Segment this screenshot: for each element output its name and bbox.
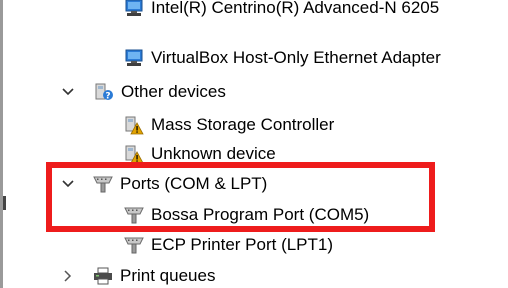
tree-item-label: VirtualBox Host-Only Ethernet Adapter xyxy=(151,48,441,67)
tree-category-other-devices[interactable]: ? Other devices xyxy=(93,80,226,104)
tree-category-print-queues[interactable]: Print queues xyxy=(92,264,215,288)
tree-item-label: Intel(R) Centrino(R) Advanced-N 6205 xyxy=(151,0,440,17)
tree-item-virtualbox-adapter[interactable]: VirtualBox Host-Only Ethernet Adapter xyxy=(123,46,441,70)
tree-item-intel-centrino[interactable]: Intel(R) Centrino(R) Advanced-N 6205 xyxy=(123,0,439,20)
svg-text:?: ? xyxy=(105,92,110,102)
tree-item-label: Ports (COM & LPT) xyxy=(120,174,268,193)
tree-item-label: Other devices xyxy=(121,82,226,101)
warning-device-icon xyxy=(123,144,145,164)
tree-item-label: Print queues xyxy=(120,266,216,285)
port-connector-icon xyxy=(123,235,145,255)
tree-item-label: Unknown device xyxy=(151,144,276,163)
chevron-right-icon[interactable] xyxy=(62,264,74,288)
scrollbar-edge xyxy=(0,0,3,288)
network-adapter-icon xyxy=(123,0,145,18)
tree-item-label: Mass Storage Controller xyxy=(151,115,335,134)
port-connector-icon xyxy=(123,205,145,225)
tree-item-ecp-printer-port[interactable]: ECP Printer Port (LPT1) xyxy=(123,233,333,257)
tree-item-mass-storage-controller[interactable]: Mass Storage Controller xyxy=(123,113,334,137)
printer-icon xyxy=(92,266,114,286)
port-connector-icon xyxy=(92,174,114,194)
scrollbar-notch xyxy=(3,196,6,210)
network-adapter-icon xyxy=(123,48,145,68)
chevron-down-icon[interactable] xyxy=(62,172,74,196)
tree-item-label: Bossa Program Port (COM5) xyxy=(151,205,370,224)
tree-item-label: ECP Printer Port (LPT1) xyxy=(151,235,334,254)
chevron-down-icon[interactable] xyxy=(62,80,74,104)
tree-item-bossa-program-port[interactable]: Bossa Program Port (COM5) xyxy=(123,203,369,227)
unknown-device-category-icon: ? xyxy=(93,82,115,102)
warning-device-icon xyxy=(123,115,145,135)
tree-category-ports[interactable]: Ports (COM & LPT) xyxy=(92,172,267,196)
tree-item-unknown-device[interactable]: Unknown device xyxy=(123,142,276,166)
